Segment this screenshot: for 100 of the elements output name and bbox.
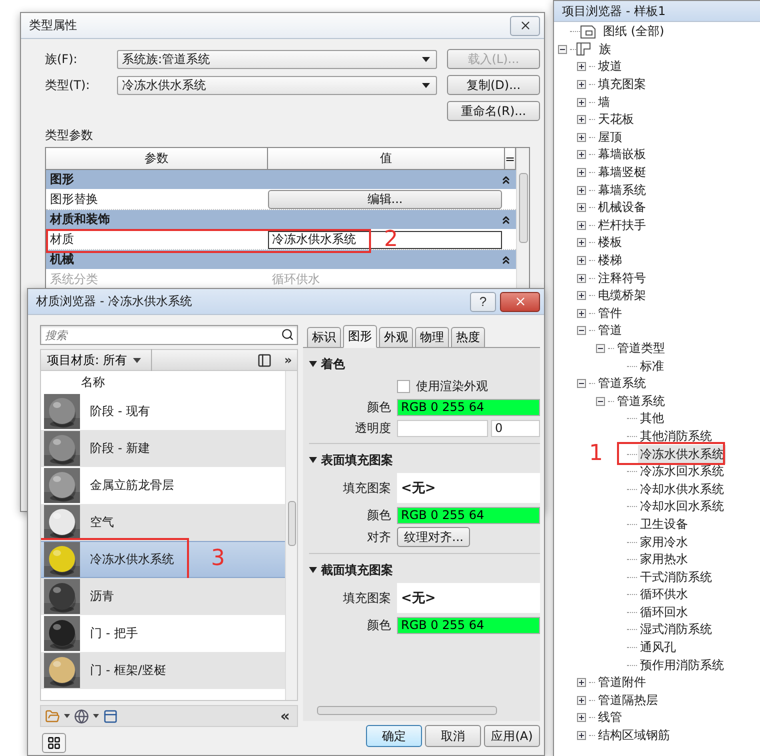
tab[interactable]: 热度 — [451, 327, 485, 348]
collapse-icon[interactable] — [309, 566, 317, 574]
tree-item[interactable]: 楼板 — [596, 233, 624, 252]
expand-icon[interactable] — [577, 150, 586, 160]
tab[interactable]: 外观 — [379, 327, 413, 348]
edit-button[interactable]: 编辑... — [268, 190, 502, 209]
tree-item[interactable]: 管道系统 — [596, 374, 648, 394]
column-header[interactable]: 值 — [268, 148, 505, 169]
tree-item[interactable]: 天花板 — [596, 110, 636, 130]
tree-item[interactable]: 管道附件 — [596, 673, 648, 692]
expand-button[interactable]: » — [281, 353, 295, 367]
tree-item[interactable]: 屋顶 — [596, 128, 624, 147]
collapse-icon[interactable] — [577, 326, 586, 336]
expand-icon[interactable] — [577, 731, 586, 740]
expand-icon[interactable] — [577, 696, 586, 705]
material-item[interactable]: 沥青 — [41, 578, 285, 615]
tree-item[interactable]: 图纸 (全部) — [601, 22, 666, 42]
tree-item[interactable]: 填充图案 — [596, 75, 648, 94]
collapse-icon[interactable] — [596, 396, 605, 406]
tree-item[interactable]: 通风孔 — [638, 638, 678, 658]
material-item[interactable]: 空气 — [41, 504, 285, 541]
expand-icon[interactable] — [577, 115, 586, 124]
expand-icon[interactable] — [577, 186, 586, 195]
tree-item[interactable]: 家用冷水 — [638, 532, 690, 552]
tree-item[interactable]: 管道 — [596, 321, 624, 340]
tree-item[interactable]: 冷却水回水系统 — [638, 497, 726, 516]
tree-item[interactable]: 注释符号 — [596, 268, 648, 288]
expand-icon[interactable] — [577, 168, 586, 178]
tree-item[interactable]: 管件 — [596, 304, 624, 323]
expand-icon[interactable] — [577, 308, 586, 318]
collapse-icon[interactable] — [558, 44, 567, 54]
tree-item[interactable]: 预作用消防系统 — [638, 656, 726, 675]
help-button[interactable]: ? — [470, 292, 496, 312]
caret-icon[interactable] — [64, 714, 70, 718]
tree-item[interactable]: 坡道 — [596, 57, 624, 76]
collapse-button[interactable]: « — [277, 707, 293, 725]
tree-item[interactable]: 循环供水 — [638, 585, 690, 604]
collapse-icon[interactable] — [596, 344, 605, 353]
dialog-button[interactable]: 取消 — [425, 725, 481, 747]
close-button[interactable] — [500, 292, 540, 312]
scrollbar[interactable] — [516, 148, 529, 290]
tree-item[interactable]: 其他 — [638, 409, 666, 428]
expand-icon[interactable] — [577, 62, 586, 72]
tree-item[interactable]: 冷冻水供水系统 — [638, 444, 726, 464]
tree-item[interactable]: 幕墙嵌板 — [596, 145, 648, 164]
collapse-icon[interactable] — [309, 456, 317, 464]
expand-icon[interactable] — [577, 98, 586, 107]
dropdown[interactable]: 冷冻水供水系统 — [117, 76, 437, 94]
tree-item[interactable]: 结构区域钢筋 — [596, 726, 672, 746]
tree-item[interactable]: 幕墙竖梃 — [596, 163, 648, 182]
expand-icon[interactable] — [577, 291, 586, 300]
tree-item[interactable]: 家用热水 — [638, 550, 690, 570]
align-button[interactable]: 纹理对齐... — [397, 527, 470, 547]
caret-icon[interactable] — [93, 714, 99, 718]
tree-item[interactable]: 湿式消防系统 — [638, 620, 714, 640]
material-item[interactable]: 阶段 - 新建 — [41, 430, 285, 467]
collapse-icon[interactable] — [577, 379, 586, 388]
panel-icon[interactable] — [103, 708, 118, 724]
tree-item[interactable]: 标准 — [638, 356, 666, 376]
tree-item[interactable]: 楼梯 — [596, 251, 624, 270]
slider-track[interactable] — [397, 420, 488, 436]
dialog-button[interactable]: 应用(A) — [484, 725, 540, 747]
color-field[interactable]: RGB 0 255 64 — [397, 398, 540, 416]
tab[interactable]: 标识 — [307, 327, 341, 348]
tree-item[interactable]: 线管 — [596, 708, 624, 728]
expand-icon[interactable] — [577, 80, 586, 90]
checkbox[interactable] — [397, 380, 410, 392]
layout-button[interactable] — [42, 733, 66, 753]
expand-icon[interactable] — [577, 274, 586, 283]
tab[interactable]: 图形 — [343, 325, 377, 348]
expand-icon[interactable] — [577, 713, 586, 722]
tree-item[interactable]: 卫生设备 — [638, 514, 690, 534]
color-field[interactable]: RGB 0 255 64 — [397, 506, 540, 524]
expand-icon[interactable] — [577, 678, 586, 688]
material-item[interactable]: 门 - 框架/竖梃 — [41, 652, 285, 689]
expand-icon[interactable] — [577, 256, 586, 266]
dialog-button[interactable]: 复制(D)... — [447, 75, 540, 95]
tree-item[interactable]: 墙 — [596, 92, 612, 112]
search-field[interactable]: 搜索 — [40, 325, 298, 345]
expand-icon[interactable] — [577, 203, 586, 212]
tree-item[interactable]: 循环回水 — [638, 602, 690, 622]
expand-icon[interactable] — [577, 220, 586, 230]
tree-item[interactable]: 冷却水供水系统 — [638, 480, 726, 499]
expand-icon[interactable] — [577, 238, 586, 248]
pattern-field[interactable]: <无> — [397, 583, 540, 613]
group-row[interactable]: 机械 — [46, 250, 516, 270]
column-header[interactable]: 参数 — [46, 148, 268, 169]
expand-icon[interactable] — [577, 132, 586, 142]
tree-item[interactable]: 管道类型 — [615, 338, 667, 358]
number-field[interactable]: 0 — [491, 420, 540, 436]
tab[interactable]: 物理 — [415, 327, 449, 348]
scrollbar[interactable] — [285, 371, 297, 700]
tree-item[interactable]: 管道隔热层 — [596, 690, 660, 710]
globe-icon[interactable] — [74, 708, 89, 724]
tree-item[interactable]: 族 — [597, 40, 613, 59]
tree-item[interactable]: 冷冻水回水系统 — [638, 462, 726, 482]
tree-item[interactable]: 幕墙系统 — [596, 180, 648, 200]
tree-item[interactable]: 机械设备 — [596, 198, 648, 218]
tree-item[interactable]: 电缆桥架 — [596, 286, 648, 306]
collapse-icon[interactable] — [309, 360, 317, 368]
